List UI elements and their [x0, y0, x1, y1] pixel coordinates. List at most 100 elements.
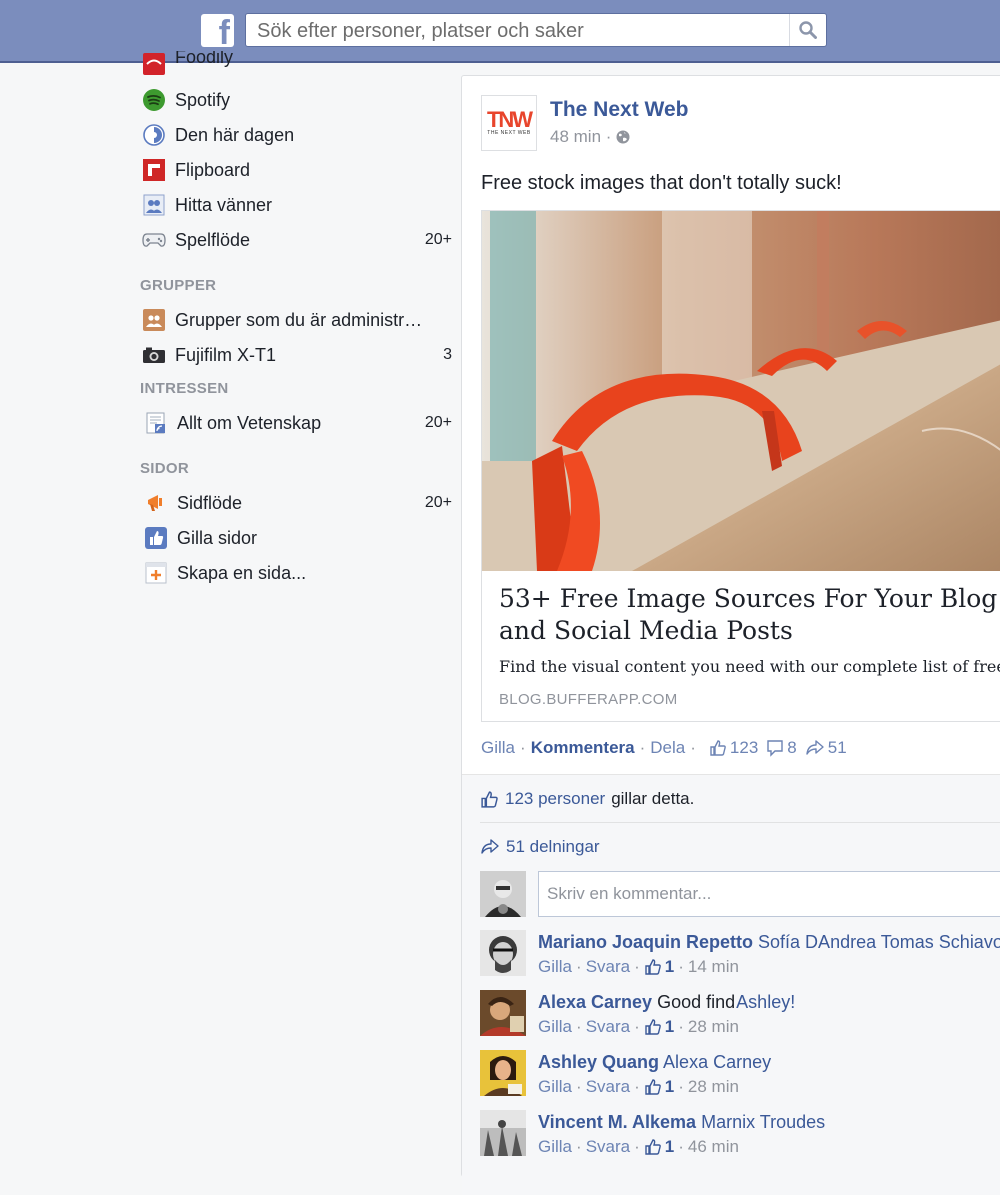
sidebar-item-game-feed[interactable]: Spelflöde 20+: [140, 225, 452, 255]
thumbs-up-icon: [144, 526, 168, 550]
commenter-name[interactable]: Ashley Quang: [538, 1052, 659, 1072]
likers-link[interactable]: 123 personer: [505, 789, 605, 809]
post-timestamp[interactable]: 48 min ·: [550, 127, 611, 147]
create-page-icon: [144, 561, 168, 585]
comment-reply-button[interactable]: Svara: [586, 957, 630, 977]
sidebar-item-interest[interactable]: Allt om Vetenskap 20+: [140, 408, 452, 438]
sidebar-item-label: Skapa en sida...: [177, 562, 307, 583]
comment-like-count[interactable]: 1: [644, 1137, 674, 1157]
like-button[interactable]: Gilla: [481, 738, 515, 758]
comment: Alexa Carney Good find Ashley! Gilla · S…: [480, 990, 1000, 1046]
post-meta: 48 min ·: [550, 127, 630, 147]
facebook-logo-icon[interactable]: f: [201, 14, 234, 47]
sidebar-item-create-page[interactable]: Skapa en sida...: [140, 558, 452, 588]
post-author-name[interactable]: The Next Web: [550, 98, 688, 122]
divider: [480, 822, 1000, 823]
comment-timestamp[interactable]: 28 min: [688, 1017, 739, 1037]
sidebar-item-group-admin[interactable]: Grupper som du är administr…: [140, 305, 452, 335]
commenter-name[interactable]: Alexa Carney: [538, 992, 652, 1012]
comment-reply-button[interactable]: Svara: [586, 1017, 630, 1037]
sidebar-item-label: Spelflöde: [175, 229, 251, 250]
sidebar-item-label: Fujifilm X-T1: [175, 344, 277, 365]
sidebar-item-spotify[interactable]: Spotify: [140, 85, 452, 115]
thumbs-up-icon: [645, 1019, 661, 1035]
search-icon: [799, 21, 817, 39]
like-count-value: 123: [729, 738, 759, 757]
separator: ·: [634, 957, 640, 976]
comment-like-count-value: 1: [664, 1017, 675, 1036]
comment-text[interactable]: Marnix Troudes: [701, 1112, 825, 1132]
share-count-value: 51: [827, 738, 847, 757]
separator: ·: [678, 1077, 684, 1096]
share-button[interactable]: Dela: [650, 738, 685, 758]
search-input[interactable]: [255, 18, 779, 44]
sidebar-item-like-pages[interactable]: Gilla sidor: [140, 523, 452, 553]
commenter-name[interactable]: Mariano Joaquin Repetto: [538, 932, 753, 952]
globe-icon: [616, 130, 630, 144]
separator: ·: [634, 1017, 640, 1036]
comment-like-button[interactable]: Gilla: [538, 1137, 572, 1157]
comment-like-count[interactable]: 1: [644, 1077, 674, 1097]
comment-count[interactable]: 8: [766, 738, 797, 758]
sidebar-item-on-this-day[interactable]: Den här dagen: [140, 120, 452, 150]
sidebar-item-pages-feed[interactable]: Sidflöde 20+: [140, 488, 452, 518]
facebook-logo-letter: f: [218, 14, 230, 47]
sidebar-item-find-friends[interactable]: Hitta vänner: [140, 190, 452, 220]
share-count[interactable]: 51: [805, 738, 847, 758]
comment-like-button[interactable]: Gilla: [538, 1017, 572, 1037]
like-count[interactable]: 123: [709, 738, 758, 758]
comment-text[interactable]: Sofía DAndrea Tomas Schiavoni: [758, 932, 1000, 952]
sidebar-item-label: Den här dagen: [175, 124, 295, 145]
find-friends-icon: [142, 193, 166, 217]
comment-count-value: 8: [787, 738, 797, 757]
commenter-avatar[interactable]: [480, 990, 526, 1036]
comment-body: Ashley Quang Alexa Carney: [538, 1052, 771, 1073]
search-box[interactable]: [245, 13, 827, 47]
comment-button[interactable]: Kommentera: [531, 738, 635, 758]
comment-reply-button[interactable]: Svara: [586, 1137, 630, 1157]
comment-text[interactable]: Alexa Carney: [663, 1052, 771, 1072]
comment-like-button[interactable]: Gilla: [538, 957, 572, 977]
shares-summary-text: 51 delningar: [506, 837, 600, 856]
comment-timestamp[interactable]: 28 min: [688, 1077, 739, 1097]
link-preview-card[interactable]: 53+ Free Image Sources For Your Blog and…: [481, 210, 1000, 722]
search-button[interactable]: [789, 14, 826, 46]
comment-actions: Gilla · Svara · 1 · 46 min: [538, 1137, 739, 1157]
thumbs-up-icon: [645, 959, 661, 975]
commenter-avatar[interactable]: [480, 1110, 526, 1156]
camera-icon: [142, 343, 166, 367]
sidebar-item-foodily[interactable]: Foodily: [140, 51, 452, 77]
commenter-avatar[interactable]: [480, 1050, 526, 1096]
thumbs-up-icon: [481, 790, 498, 808]
interests-heading: INTRESSEN: [140, 380, 229, 397]
commenter-avatar[interactable]: [480, 930, 526, 976]
author-avatar[interactable]: TNW THE NEXT WEB: [481, 95, 537, 151]
sidebar-item-flipboard[interactable]: Flipboard: [140, 155, 452, 185]
commenter-name[interactable]: Vincent M. Alkema: [538, 1112, 696, 1132]
comment-icon: [767, 740, 783, 757]
my-avatar[interactable]: [480, 871, 526, 917]
comment-timestamp[interactable]: 14 min: [688, 957, 739, 977]
comment-reply-button[interactable]: Svara: [586, 1077, 630, 1097]
link-preview-image[interactable]: [482, 211, 1000, 571]
comment: Mariano Joaquin Repetto Sofía DAndrea To…: [480, 930, 1000, 986]
share-icon: [481, 839, 499, 854]
comment-like-count[interactable]: 1: [644, 1017, 674, 1037]
comment-timestamp[interactable]: 46 min: [688, 1137, 739, 1157]
separator: ·: [678, 1017, 684, 1036]
comment-like-count-value: 1: [664, 1137, 675, 1156]
link-title[interactable]: 53+ Free Image Sources For Your Blog and…: [499, 583, 1000, 647]
separator: ·: [576, 1077, 582, 1096]
comment-body: Mariano Joaquin Repetto Sofía DAndrea To…: [538, 932, 1000, 953]
sidebar-item-count: 20+: [424, 494, 452, 511]
flipboard-icon: [142, 158, 166, 182]
sidebar-item-fujifilm[interactable]: Fujifilm X-T1 3: [140, 340, 452, 370]
shares-summary[interactable]: 51 delningar: [480, 837, 600, 857]
comment-like-count[interactable]: 1: [644, 957, 674, 977]
comment-mention[interactable]: Ashley!: [736, 992, 795, 1012]
comment-text: Good find: [657, 992, 736, 1012]
comment-input[interactable]: [538, 871, 1000, 917]
comment-like-button[interactable]: Gilla: [538, 1077, 572, 1097]
link-description: Find the visual content you need with ou…: [499, 657, 1000, 676]
sidebar-item-label: Hitta vänner: [175, 194, 273, 215]
